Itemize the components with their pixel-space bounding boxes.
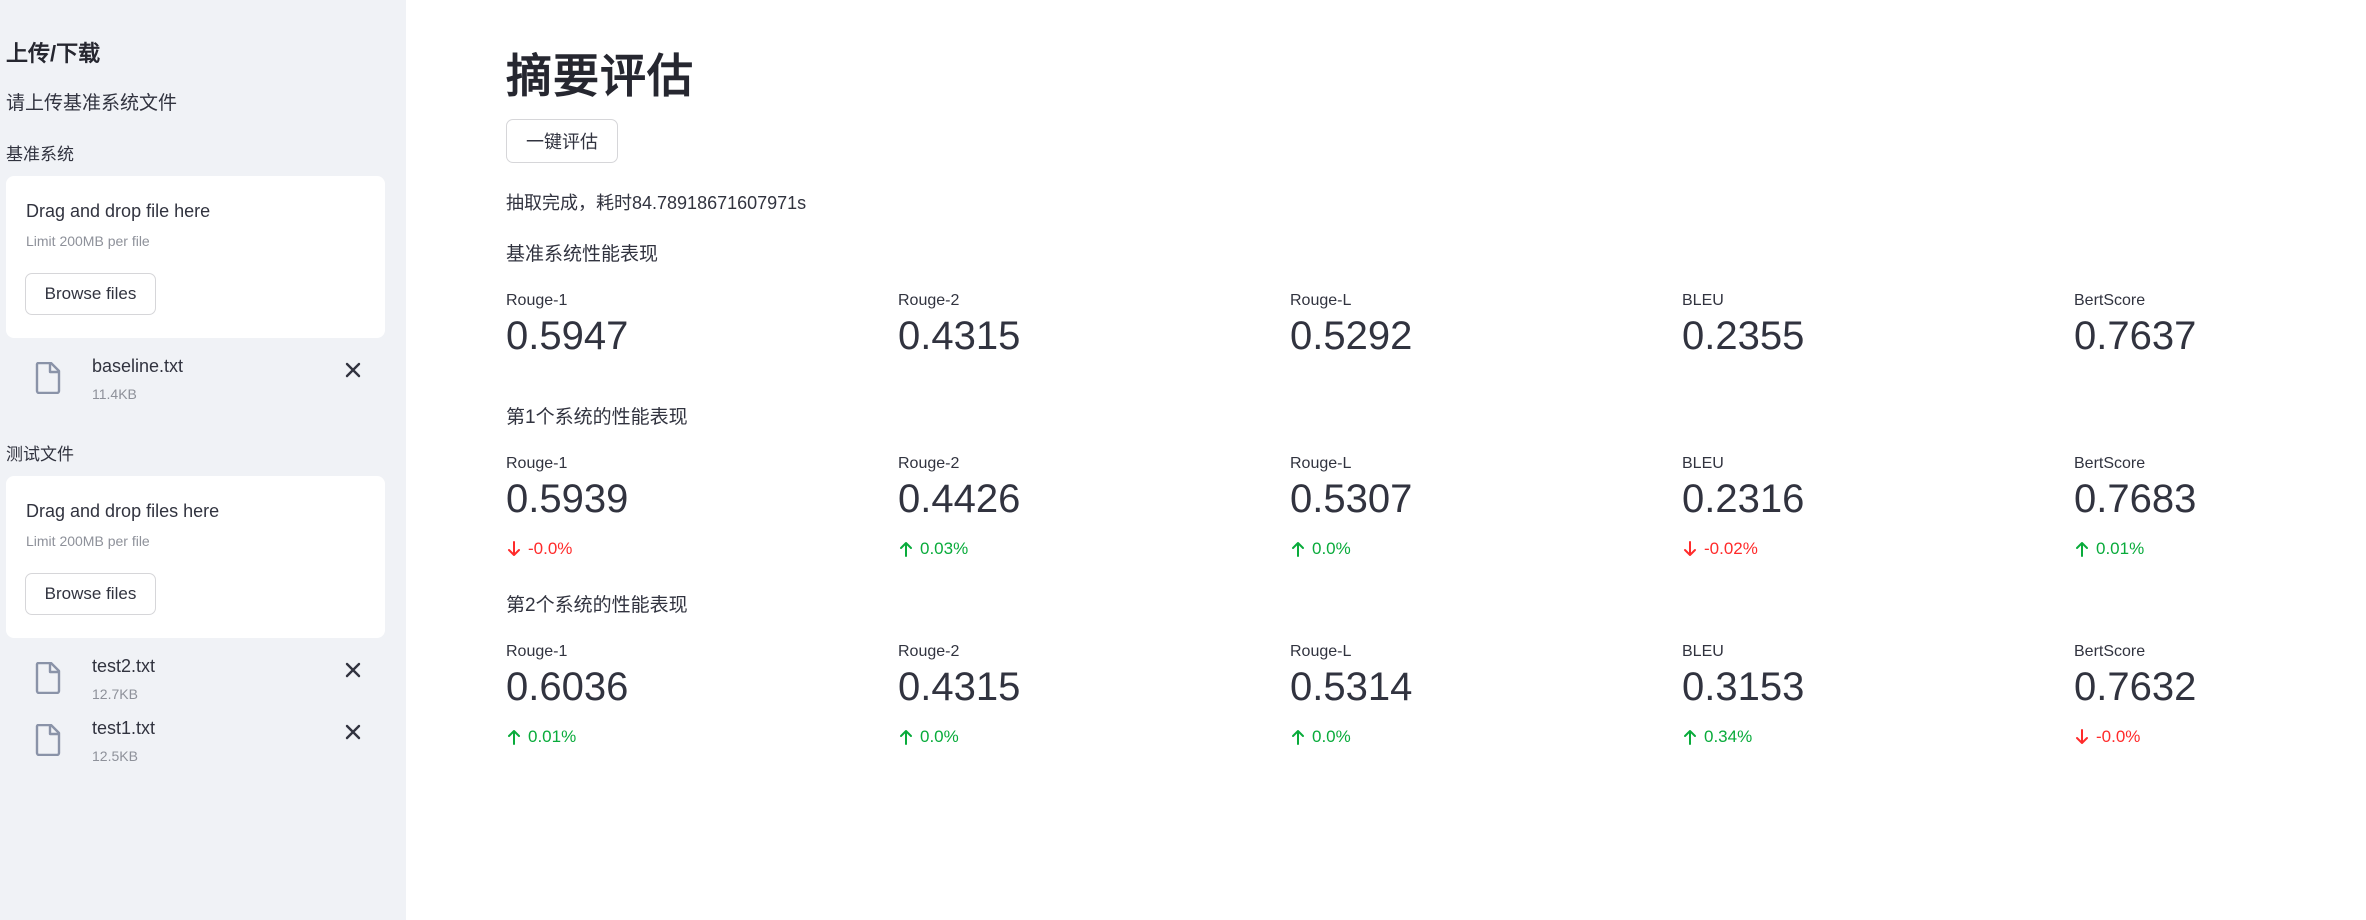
metric-label: Rouge-L xyxy=(1290,292,1352,309)
metric-delta-text: -0.0% xyxy=(528,539,573,558)
arrow-down-icon xyxy=(2076,729,2088,744)
metric-label: Rouge-1 xyxy=(506,455,568,472)
metric-value: 0.2316 xyxy=(1682,477,1805,521)
sidebar-title: 上传/下载 xyxy=(6,41,101,66)
page-title: 摘要评估 xyxy=(506,50,694,102)
dropzone-instruction: Drag and drop files here xyxy=(26,501,220,521)
metric-delta: 0.01% xyxy=(506,727,576,747)
metric-value: 0.5939 xyxy=(506,477,629,521)
evaluate-button[interactable]: 一键评估 xyxy=(506,119,618,163)
metric-label: BLEU xyxy=(1682,455,1724,472)
file-icon xyxy=(35,662,61,694)
test-uploader-label: 测试文件 xyxy=(6,445,74,464)
arrow-up-icon xyxy=(508,730,520,745)
metric-delta-text: 0.03% xyxy=(920,539,969,558)
metric-delta: 0.34% xyxy=(1682,727,1752,747)
file-name: test1.txt xyxy=(92,718,156,738)
metric-value: 0.2355 xyxy=(1682,314,1805,358)
metric-delta: 0.0% xyxy=(898,727,959,747)
metric-label: Rouge-1 xyxy=(506,292,568,309)
uploaded-file-test1: test1.txt 12.5KB xyxy=(0,718,406,774)
arrow-up-icon xyxy=(900,730,912,745)
metric-label: BertScore xyxy=(2074,292,2146,309)
metric-delta: 0.03% xyxy=(898,539,968,559)
metric-label: Rouge-2 xyxy=(898,455,960,472)
metric-delta: -0.02% xyxy=(1682,539,1758,559)
metric-value: 0.7632 xyxy=(2074,665,2197,709)
dropzone-limit: Limit 200MB per file xyxy=(26,233,150,249)
file-icon xyxy=(35,362,61,394)
metric-delta-text: 0.0% xyxy=(920,727,959,746)
metric-label: Rouge-2 xyxy=(898,292,960,309)
close-icon[interactable] xyxy=(339,356,367,384)
browse-files-button[interactable]: Browse files xyxy=(25,573,156,615)
metric-label: Rouge-L xyxy=(1290,643,1352,660)
metric-delta: 0.0% xyxy=(1290,539,1351,559)
dropzone-limit: Limit 200MB per file xyxy=(26,533,150,549)
metric-delta-text: 0.01% xyxy=(2096,539,2145,558)
arrow-up-icon xyxy=(1292,542,1304,557)
metric-value: 0.4315 xyxy=(898,314,1021,358)
file-name: baseline.txt xyxy=(92,356,184,376)
metric-delta-text: 0.01% xyxy=(528,727,577,746)
metric-delta-text: 0.0% xyxy=(1312,539,1351,558)
sidebar-subtitle: 请上传基准系统文件 xyxy=(6,93,178,114)
metric-value: 0.7683 xyxy=(2074,477,2197,521)
metric-label: Rouge-2 xyxy=(898,643,960,660)
metric-label: Rouge-L xyxy=(1290,455,1352,472)
metric-delta-text: 0.34% xyxy=(1704,727,1753,746)
section-label-system-2: 第2个系统的性能表现 xyxy=(506,595,688,616)
uploaded-file-test2: test2.txt 12.7KB xyxy=(0,656,406,712)
arrow-down-icon xyxy=(1684,541,1696,556)
metric-delta: -0.0% xyxy=(2074,727,2140,747)
arrow-down-icon xyxy=(508,541,520,556)
file-icon xyxy=(35,724,61,756)
metric-label: BLEU xyxy=(1682,643,1724,660)
metric-label: BLEU xyxy=(1682,292,1724,309)
file-size: 11.4KB xyxy=(92,386,137,402)
metric-value: 0.6036 xyxy=(506,665,629,709)
metric-value: 0.4426 xyxy=(898,477,1021,521)
arrow-up-icon xyxy=(1292,730,1304,745)
metric-value: 0.7637 xyxy=(2074,314,2197,358)
close-icon[interactable] xyxy=(339,656,367,684)
baseline-uploader-label: 基准系统 xyxy=(6,145,74,164)
metric-delta: 0.0% xyxy=(1290,727,1351,747)
uploaded-file-baseline: baseline.txt 11.4KB xyxy=(0,356,406,412)
browse-files-button[interactable]: Browse files xyxy=(25,273,156,315)
metric-label: BertScore xyxy=(2074,643,2146,660)
baseline-dropzone[interactable]: Drag and drop file here Limit 200MB per … xyxy=(6,176,385,338)
metric-label: Rouge-1 xyxy=(506,643,568,660)
arrow-up-icon xyxy=(2076,542,2088,557)
metric-delta: -0.0% xyxy=(506,539,572,559)
section-label-system-1: 第1个系统的性能表现 xyxy=(506,407,688,428)
metric-value: 0.5314 xyxy=(1290,665,1413,709)
metric-value: 0.3153 xyxy=(1682,665,1805,709)
metric-delta: 0.01% xyxy=(2074,539,2144,559)
metric-value: 0.5307 xyxy=(1290,477,1413,521)
dropzone-instruction: Drag and drop file here xyxy=(26,201,211,221)
metric-delta-text: 0.0% xyxy=(1312,727,1351,746)
metric-label: BertScore xyxy=(2074,455,2146,472)
metric-delta-text: -0.02% xyxy=(1704,539,1758,558)
sidebar: 上传/下载 请上传基准系统文件 基准系统 Drag and drop file … xyxy=(0,0,406,920)
file-size: 12.7KB xyxy=(92,686,138,702)
metric-value: 0.5947 xyxy=(506,314,629,358)
metric-delta-text: -0.0% xyxy=(2096,727,2141,746)
metric-value: 0.5292 xyxy=(1290,314,1413,358)
metric-value: 0.4315 xyxy=(898,665,1021,709)
file-size: 12.5KB xyxy=(92,748,138,764)
arrow-up-icon xyxy=(1684,730,1696,745)
file-name: test2.txt xyxy=(92,656,156,676)
test-dropzone[interactable]: Drag and drop files here Limit 200MB per… xyxy=(6,476,385,638)
section-label-baseline: 基准系统性能表现 xyxy=(506,244,659,265)
close-icon[interactable] xyxy=(339,718,367,746)
status-message: 抽取完成，耗时84.78918671607971s xyxy=(506,193,807,213)
arrow-up-icon xyxy=(900,542,912,557)
